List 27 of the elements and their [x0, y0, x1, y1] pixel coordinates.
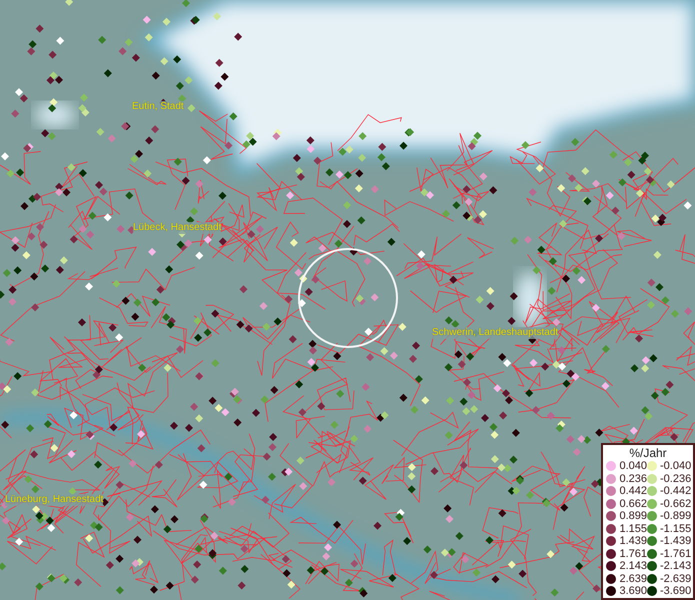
legend-label: -0.899	[660, 510, 691, 522]
legend-label: 0.442	[619, 485, 647, 498]
legend-label: 1.761	[619, 548, 647, 560]
legend-label: -0.040	[660, 460, 691, 472]
legend-label: 0.236	[619, 472, 647, 485]
place-label: Lüneburg, Hansestadt	[5, 494, 104, 506]
legend-label: 1.439	[619, 535, 647, 548]
legend-label: 2.143	[619, 560, 647, 572]
legend-label: -0.662	[660, 498, 691, 510]
legend-label: 2.639	[619, 572, 647, 585]
legend-label: -1.439	[660, 535, 691, 548]
place-label: Schwerin, Landeshauptstadt	[432, 327, 558, 339]
place-label: Lübeck, Hansestadt	[133, 222, 222, 234]
legend-label: -0.236	[660, 472, 691, 485]
place-label: Eutin, Stadt	[132, 101, 184, 113]
legend-label: 0.040	[619, 460, 647, 472]
legend-title: %/Jahr	[628, 446, 668, 460]
legend-label: -0.442	[660, 485, 691, 498]
legend-label: -1.761	[660, 548, 691, 560]
legend-label: 0.662	[619, 498, 647, 510]
legend-label: 0.899	[619, 510, 647, 522]
legend-label: -1.155	[660, 522, 691, 535]
legend-label: 3.690	[619, 585, 647, 598]
legend-label: -3.690	[660, 585, 691, 598]
legend-label: 1.155	[619, 522, 647, 535]
legend-label: -2.639	[660, 572, 691, 585]
legend-label: -2.143	[660, 560, 691, 572]
